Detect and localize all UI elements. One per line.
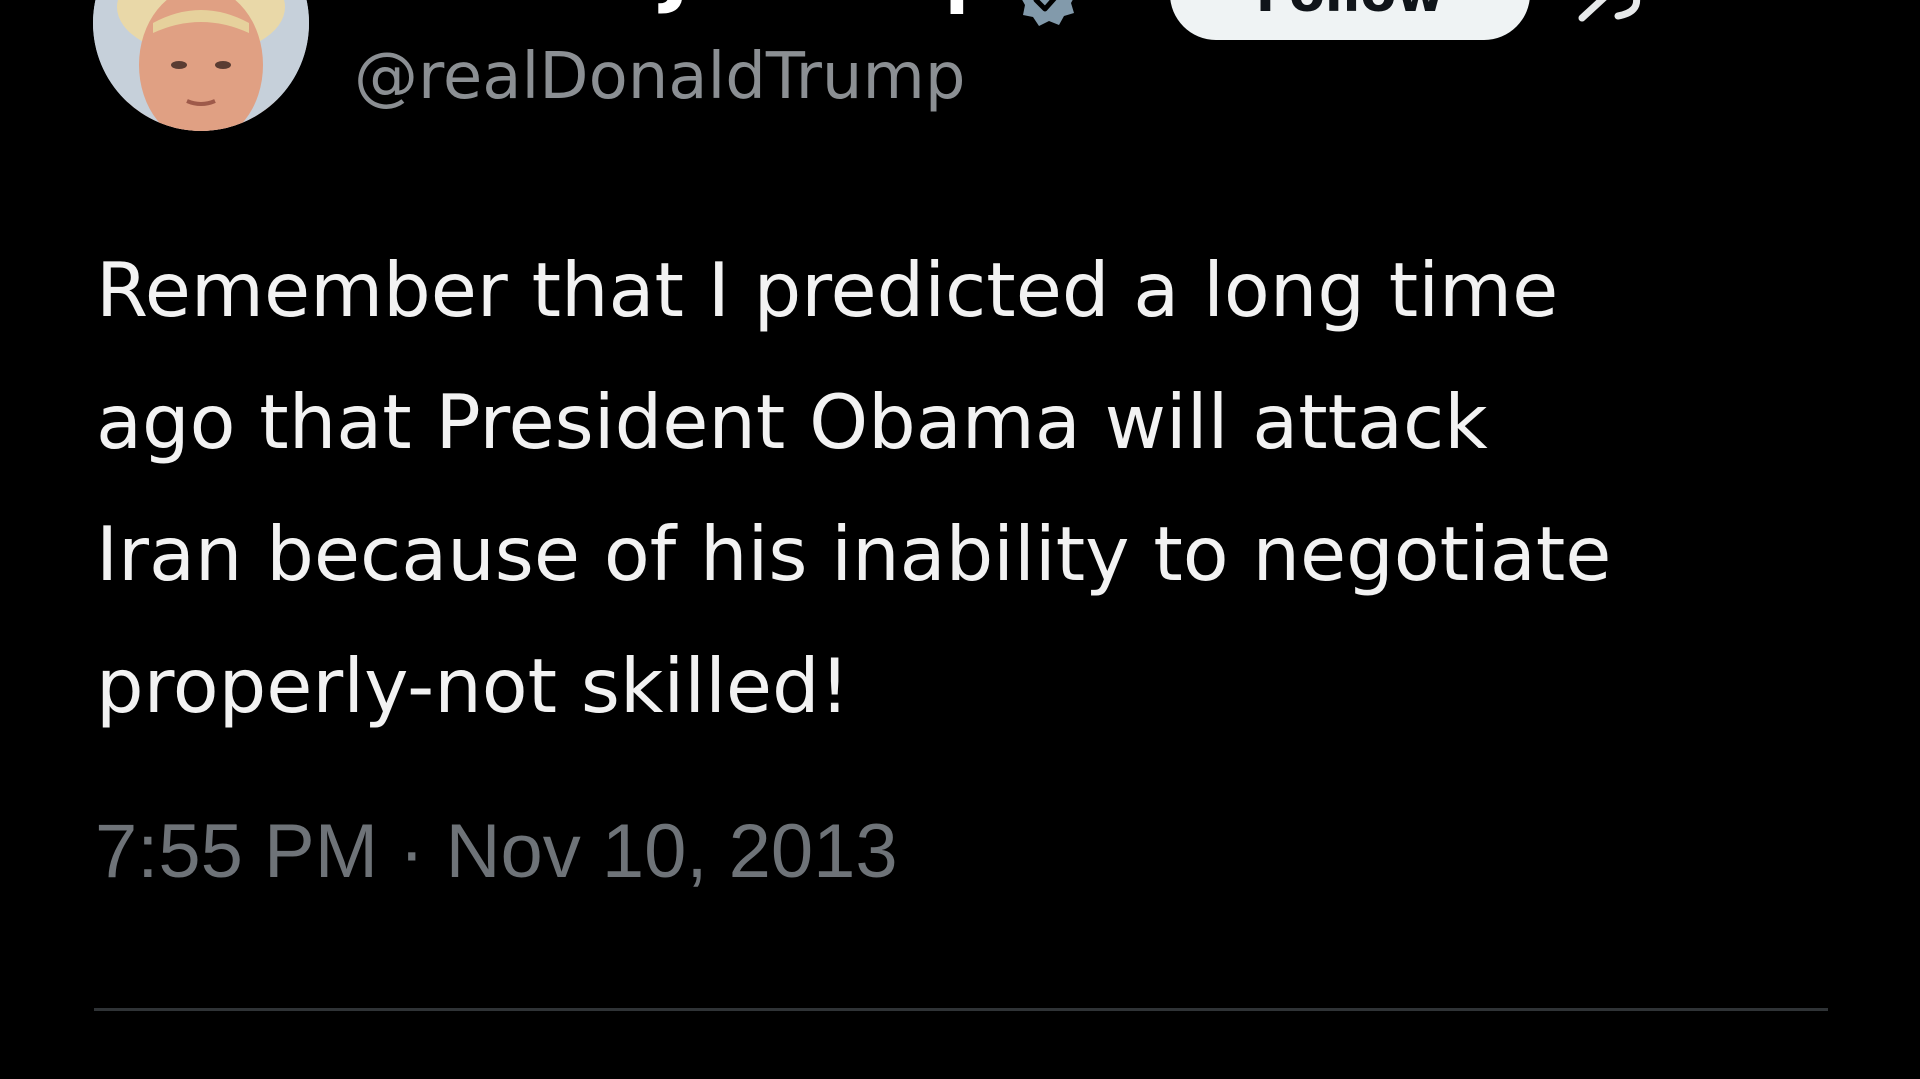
tweet-text-line: ago that President Obama will attack	[96, 378, 1488, 466]
tweet-card: Donald J. Trump Follow @realDonaldTrump …	[0, 0, 1920, 1079]
author-handle[interactable]: @realDonaldTrump	[354, 40, 965, 114]
tweet-text: Remember that I predicted a long time ag…	[96, 224, 1876, 752]
follow-button[interactable]: Follow	[1170, 0, 1530, 40]
tweet-text-line: Remember that I predicted a long time	[96, 246, 1559, 334]
tweet-text-line: Iran because of his inability to negotia…	[96, 510, 1612, 598]
author-avatar[interactable]	[93, 0, 309, 131]
author-display-name[interactable]: Donald J. Trump	[352, 0, 996, 16]
grok-icon[interactable]	[1574, 0, 1650, 26]
tweet-timestamp[interactable]: 7:55 PM · Nov 10, 2013	[95, 808, 898, 895]
divider	[94, 1008, 1828, 1011]
verified-badge-icon	[1022, 0, 1074, 26]
avatar-portrait-icon	[93, 0, 309, 131]
tweet-text-line: properly-not skilled!	[96, 642, 850, 730]
